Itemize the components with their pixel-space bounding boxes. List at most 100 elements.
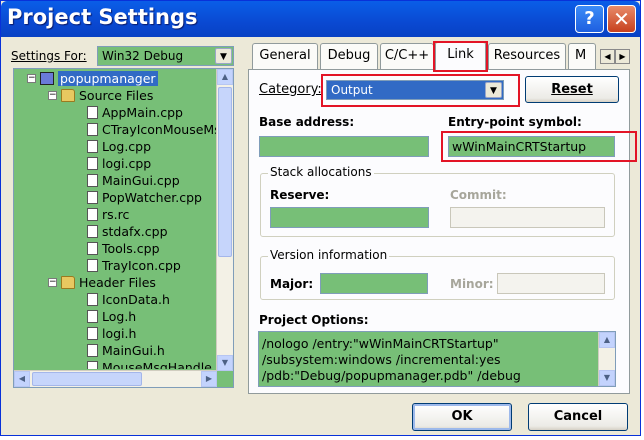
collapse-icon[interactable]: − [48, 278, 57, 287]
file-icon [87, 259, 98, 272]
base-address-label: Base address: [259, 115, 355, 129]
collapse-icon[interactable]: − [48, 91, 57, 100]
tree-file-label: Tools.cpp [102, 241, 160, 256]
tree-file[interactable]: MainGui.h [87, 342, 165, 359]
tree-file[interactable]: stdafx.cpp [87, 223, 168, 240]
tree-file-label: AppMain.cpp [102, 105, 183, 120]
scroll-up-icon[interactable]: ▲ [599, 332, 615, 348]
reset-button[interactable]: Reset [525, 76, 619, 103]
tree-file-label: Log.h [102, 309, 137, 324]
tree-file[interactable]: logi.cpp [87, 155, 151, 172]
collapse-icon[interactable]: − [27, 74, 36, 83]
tree-file[interactable]: TrayIcon.cpp [87, 257, 181, 274]
tree-node-source-label: Source Files [79, 88, 154, 103]
help-button[interactable]: ? [575, 5, 604, 33]
tab-resources[interactable]: Resources [488, 43, 566, 69]
tree-file[interactable]: PopWatcher.cpp [87, 189, 202, 206]
link-tab-highlight [433, 41, 488, 72]
tree-horizontal-scrollbar[interactable]: ◀ ▶ [14, 370, 217, 387]
settings-for-combo[interactable]: Win32 Debug ▼ [97, 46, 234, 66]
options-scrollbar[interactable]: ▲ ▼ [598, 332, 615, 386]
project-options-line: /pdb:"Debug/popupmanager.pdb" /debug [262, 368, 521, 383]
scroll-down-icon[interactable]: ▼ [599, 370, 615, 386]
scroll-thumb[interactable] [218, 87, 232, 257]
file-icon [87, 208, 98, 221]
title-bar[interactable]: Project Settings ? ✕ [1, 1, 640, 37]
tree-file[interactable]: MainGui.cpp [87, 172, 180, 189]
tab-scroll-right-icon[interactable]: ▶ [615, 49, 630, 64]
scroll-up-icon[interactable]: ▲ [217, 69, 233, 85]
file-icon [87, 344, 98, 357]
tab-cpp[interactable]: C/C++ [380, 43, 434, 69]
scroll-down-icon[interactable]: ▼ [217, 355, 233, 371]
tree-node-source-folder[interactable]: − Source Files [48, 87, 154, 104]
close-button[interactable]: ✕ [607, 5, 636, 33]
project-options-line: /nologo /entry:"wWinMainCRTStartup" [262, 336, 499, 351]
file-icon [87, 123, 98, 136]
category-highlight [321, 74, 520, 107]
base-address-input[interactable] [259, 136, 429, 157]
project-options-label: Project Options: [259, 313, 369, 327]
folder-icon [61, 276, 75, 289]
chevron-down-icon[interactable]: ▼ [215, 48, 232, 64]
tree-file-label: TrayIcon.cpp [102, 258, 181, 273]
tab-debug[interactable]: Debug [320, 43, 378, 69]
tree-file[interactable]: CTrayIconMouseMsg [87, 121, 217, 138]
tree-file-label: MainGui.cpp [102, 173, 180, 188]
tree-vertical-scrollbar[interactable]: ▲ ▼ [216, 69, 233, 371]
tree-file[interactable]: IconData.h [87, 291, 170, 308]
major-input[interactable] [320, 273, 428, 294]
tree-file[interactable]: AppMain.cpp [87, 104, 183, 121]
tree-file[interactable]: rs.rc [87, 206, 129, 223]
project-tree[interactable]: − popupmanager − Source Files AppMain.cp… [13, 68, 234, 388]
tab-scroll-left-icon[interactable]: ◀ [600, 49, 615, 64]
file-icon [87, 140, 98, 153]
tree-file[interactable]: logi.h [87, 325, 136, 342]
tree-file[interactable]: Tools.cpp [87, 240, 160, 257]
ok-button[interactable]: OK [412, 403, 512, 431]
tree-node-header-label: Header Files [79, 275, 156, 290]
project-options-line: /subsystem:windows /incremental:yes [262, 352, 501, 367]
file-icon [87, 106, 98, 119]
window-title: Project Settings [7, 5, 198, 29]
folder-icon [61, 89, 75, 102]
file-icon [87, 242, 98, 255]
settings-for-value: Win32 Debug [102, 49, 184, 63]
project-settings-dialog: Project Settings ? ✕ Settings For: Win32… [0, 0, 641, 436]
scroll-left-icon[interactable]: ◀ [14, 371, 30, 387]
project-options-textarea[interactable]: /nologo /entry:"wWinMainCRTStartup" /sub… [258, 331, 616, 387]
file-icon [87, 310, 98, 323]
major-label: Major: [270, 277, 314, 291]
commit-label: Commit: [450, 188, 507, 202]
entry-point-label: Entry-point symbol: [448, 115, 582, 129]
tree-node-header-folder[interactable]: − Header Files [48, 274, 156, 291]
tree-file-label: MouseMsgHandle [102, 360, 212, 369]
tree-file-label: logi.h [102, 326, 137, 341]
tab-general[interactable]: General [252, 43, 318, 69]
file-icon [87, 157, 98, 170]
tree-file-label: PopWatcher.cpp [102, 190, 202, 205]
tree-node-project[interactable]: − popupmanager [27, 70, 158, 87]
tree-file-label: CTrayIconMouseMsg [102, 122, 217, 137]
file-icon [87, 327, 98, 340]
project-icon [40, 72, 54, 85]
tree-items: − popupmanager − Source Files AppMain.cp… [14, 69, 217, 369]
cancel-button[interactable]: Cancel [528, 403, 628, 431]
reserve-label: Reserve: [270, 188, 330, 202]
tree-file[interactable]: MouseMsgHandle [87, 359, 212, 369]
version-information-title: Version information [268, 248, 390, 262]
tree-file-label: MainGui.h [102, 343, 165, 358]
tree-file-label: stdafx.cpp [102, 224, 168, 239]
file-icon [87, 361, 98, 369]
scroll-thumb[interactable] [32, 372, 142, 386]
tree-file[interactable]: Log.h [87, 308, 136, 325]
commit-input[interactable] [450, 207, 605, 228]
scroll-right-icon[interactable]: ▶ [201, 371, 217, 387]
file-icon [87, 191, 98, 204]
reserve-input[interactable] [270, 207, 429, 228]
file-icon [87, 293, 98, 306]
file-icon [87, 174, 98, 187]
tree-file[interactable]: Log.cpp [87, 138, 151, 155]
tab-more[interactable]: M [568, 43, 596, 69]
minor-input[interactable] [497, 273, 605, 294]
